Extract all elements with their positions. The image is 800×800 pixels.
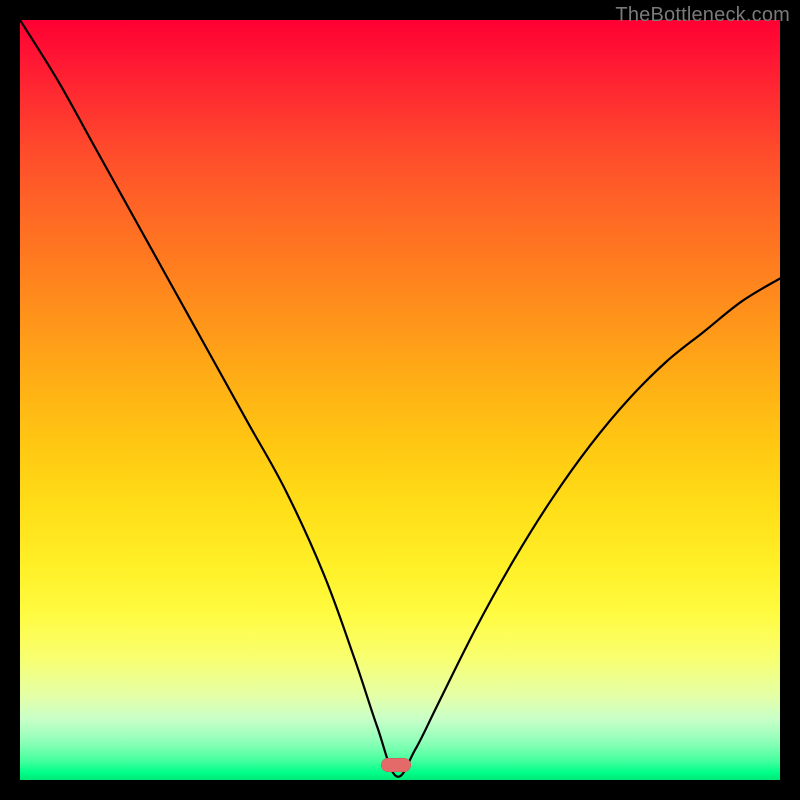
plot-area: [20, 20, 780, 780]
watermark-text: TheBottleneck.com: [615, 4, 790, 27]
chart-frame: TheBottleneck.com: [0, 0, 800, 800]
bottleneck-curve: [20, 20, 780, 780]
curve-path: [20, 20, 780, 777]
bottleneck-marker: [381, 758, 411, 772]
